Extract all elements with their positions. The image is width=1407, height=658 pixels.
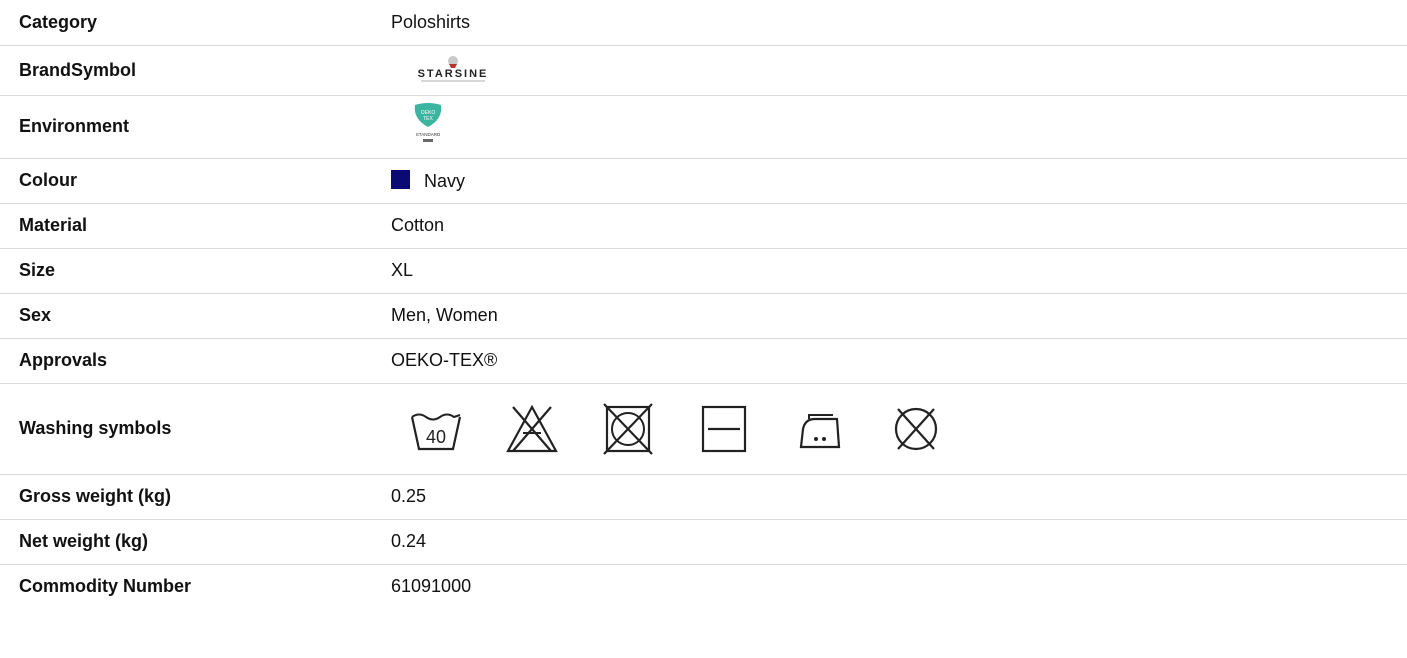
spec-value: 0.24 bbox=[391, 531, 427, 551]
colour-swatch bbox=[391, 169, 410, 189]
no-tumble-dry-icon bbox=[601, 402, 655, 455]
spec-label: Approvals bbox=[19, 350, 108, 370]
spec-row-size: Size XL bbox=[0, 248, 1407, 293]
spec-label: Sex bbox=[19, 305, 52, 325]
washing-symbols-list: 40 bbox=[409, 402, 1407, 455]
spec-row-category: Category Poloshirts bbox=[0, 0, 1407, 45]
spec-value: Men, Women bbox=[391, 305, 498, 325]
svg-text:40: 40 bbox=[426, 427, 446, 447]
spec-row-brandsymbol: BrandSymbol STARSINE bbox=[0, 45, 1407, 95]
spec-row-net-weight: Net weight (kg) 0.24 bbox=[0, 519, 1407, 564]
spec-row-environment: Environment OEKO TEX STANDARD bbox=[0, 95, 1407, 158]
spec-value: Navy bbox=[424, 170, 466, 191]
svg-text:STANDARD: STANDARD bbox=[416, 132, 441, 137]
flat-dry-icon bbox=[697, 403, 751, 455]
spec-label: Colour bbox=[19, 170, 77, 190]
svg-text:STARSINE: STARSINE bbox=[418, 68, 489, 80]
oeko-tex-leaf-icon: OEKO TEX STANDARD bbox=[411, 101, 445, 152]
wash-40-icon: 40 bbox=[409, 403, 463, 455]
spec-row-sex: Sex Men, Women bbox=[0, 293, 1407, 338]
spec-label: Net weight (kg) bbox=[19, 531, 148, 551]
spec-value: Cotton bbox=[391, 215, 445, 235]
no-dry-clean-icon bbox=[889, 403, 943, 455]
spec-row-gross-weight: Gross weight (kg) 0.25 bbox=[0, 474, 1407, 519]
spec-label: BrandSymbol bbox=[19, 59, 137, 80]
brand-logo-icon: STARSINE bbox=[393, 52, 513, 89]
spec-label: Size bbox=[19, 260, 56, 280]
spec-value: OEKO-TEX® bbox=[391, 350, 498, 370]
spec-value: XL bbox=[391, 260, 414, 280]
spec-label: Washing symbols bbox=[19, 418, 172, 438]
spec-value: Poloshirts bbox=[391, 11, 471, 32]
spec-row-approvals: Approvals OEKO-TEX® bbox=[0, 338, 1407, 383]
spec-label: Gross weight (kg) bbox=[19, 486, 172, 506]
spec-label: Commodity Number bbox=[19, 576, 192, 597]
spec-label: Environment bbox=[19, 116, 130, 136]
no-bleach-icon bbox=[505, 403, 559, 455]
spec-row-commodity-number: Commodity Number 61091000 bbox=[0, 564, 1407, 609]
product-spec-table: Category Poloshirts BrandSymbol STARSINE… bbox=[0, 0, 1407, 609]
spec-row-material: Material Cotton bbox=[0, 203, 1407, 248]
spec-value: 0.25 bbox=[391, 486, 427, 506]
spec-row-colour: Colour Navy bbox=[0, 158, 1407, 203]
spec-label: Material bbox=[19, 215, 88, 235]
spec-row-washing-symbols: Washing symbols 40 bbox=[0, 383, 1407, 474]
spec-value: 61091000 bbox=[391, 576, 472, 597]
iron-medium-icon bbox=[793, 403, 847, 455]
spec-label: Category bbox=[19, 11, 98, 32]
svg-text:TEX: TEX bbox=[423, 116, 433, 122]
